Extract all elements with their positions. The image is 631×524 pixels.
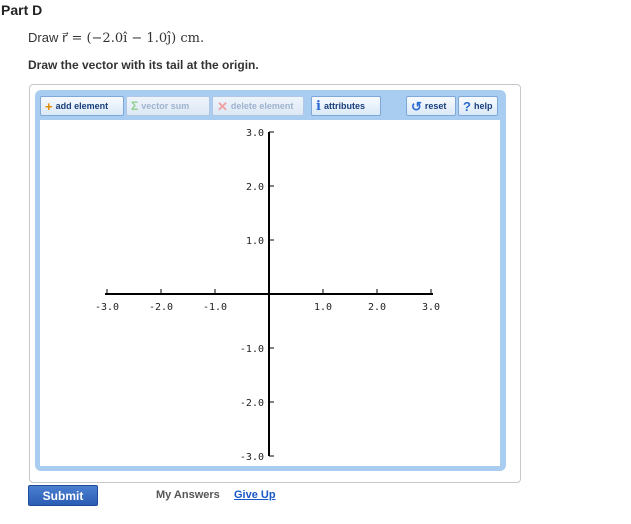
toolbar: + add element Σ vector sum ✕ delete elem…: [40, 96, 500, 118]
problem-prompt: Draw r⃗ = (−2.0î − 1.0ĵ) cm.: [28, 30, 204, 46]
add-element-label: add element: [55, 101, 109, 111]
vector-sum-label: vector sum: [141, 101, 190, 111]
attributes-button[interactable]: i attributes: [311, 96, 381, 116]
help-button[interactable]: ? help: [458, 96, 498, 116]
delete-element-label: delete element: [230, 101, 294, 111]
y-tick-label: 1.0: [246, 236, 264, 247]
info-icon: i: [316, 98, 321, 114]
y-tick-label: -2.0: [240, 398, 264, 409]
y-tick-label: -1.0: [240, 344, 264, 355]
reset-button[interactable]: ↺ reset: [406, 96, 456, 116]
x-tick-label: -1.0: [203, 302, 227, 313]
coordinate-grid: -3.0 -2.0 -1.0 1.0 2.0 3.0 3.0 2.0 1.0 -1.0 -2.0 -3…: [95, 128, 440, 463]
drawing-canvas[interactable]: -3.0 -2.0 -1.0 1.0 2.0 3.0 3.0 2.0 1.0 -1.0 -2.0 -3…: [40, 120, 500, 466]
sigma-icon: Σ: [131, 99, 139, 113]
y-tick-label: 2.0: [246, 182, 264, 193]
x-tick-label: 3.0: [422, 302, 440, 313]
prompt-draw-word: Draw: [28, 30, 59, 45]
vector-sum-button[interactable]: Σ vector sum: [126, 96, 210, 116]
y-tick-label: -3.0: [240, 452, 264, 463]
reset-label: reset: [424, 101, 447, 111]
x-tick-label: 2.0: [368, 302, 386, 313]
help-label: help: [473, 101, 493, 111]
attributes-label: attributes: [323, 101, 365, 111]
instruction-text: Draw the vector with its tail at the ori…: [28, 58, 259, 72]
y-tick-label: 3.0: [246, 128, 264, 139]
reset-icon: ↺: [411, 98, 422, 114]
delete-element-button[interactable]: ✕ delete element: [212, 96, 304, 116]
part-title: Part D: [1, 2, 43, 18]
question-icon: ?: [463, 98, 471, 114]
give-up-link[interactable]: Give Up: [234, 489, 276, 501]
add-element-button[interactable]: + add element: [40, 96, 124, 116]
my-answers-label: My Answers: [156, 489, 220, 501]
plus-icon: +: [45, 98, 53, 114]
submit-button[interactable]: Submit: [28, 485, 98, 506]
x-tick-label: 1.0: [314, 302, 332, 313]
x-tick-label: -2.0: [149, 302, 173, 313]
x-icon: ✕: [217, 98, 228, 114]
x-tick-label: -3.0: [95, 302, 119, 313]
vector-equation: r⃗ = (−2.0î − 1.0ĵ) cm.: [61, 31, 205, 46]
